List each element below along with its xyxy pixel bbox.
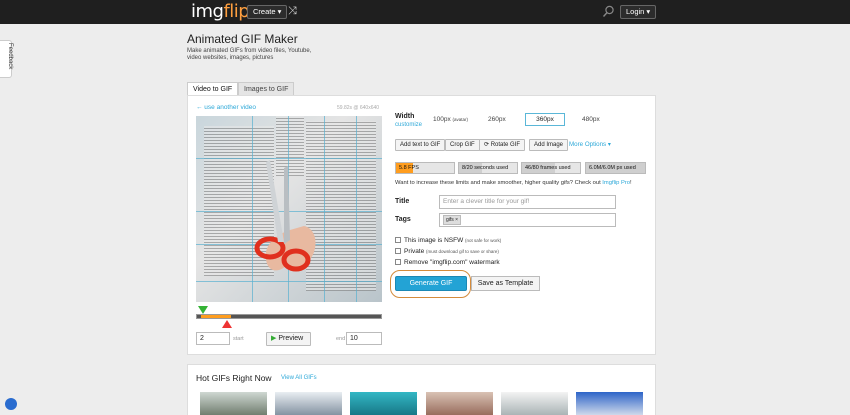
start-marker-handle[interactable]: [198, 306, 208, 314]
start-time-input[interactable]: 2: [196, 332, 230, 345]
upgrade-text-body: Want to increase these limits and make s…: [395, 180, 603, 186]
page-title: Animated GIF Maker: [187, 32, 298, 46]
upgrade-text: Want to increase these limits and make s…: [395, 180, 632, 186]
timeline-selection: [201, 315, 231, 318]
hot-gif-thumbnail[interactable]: [350, 392, 417, 415]
save-as-template-button[interactable]: Save as Template: [471, 276, 540, 291]
imgflip-logo[interactable]: imgflip: [191, 1, 250, 22]
feedback-tab[interactable]: Feedback: [0, 40, 13, 78]
tab-images-to-gif[interactable]: Images to GIF: [238, 82, 295, 96]
seconds-label: 8/20 seconds used: [462, 165, 509, 171]
private-label: Private: [404, 248, 425, 255]
title-input[interactable]: Enter a clever title for your gif!: [439, 195, 616, 209]
use-another-video-link[interactable]: ← use another video: [196, 104, 256, 111]
search-icon[interactable]: [602, 5, 615, 18]
tags-label: Tags: [395, 216, 411, 223]
create-menu-button[interactable]: Create ▾: [247, 5, 288, 19]
chat-bubble-icon[interactable]: [5, 398, 17, 410]
watermark-label: Remove "imgflip.com" watermark: [404, 259, 500, 266]
rotate-icon: ⟳: [484, 142, 490, 148]
shuffle-icon[interactable]: ⤨: [288, 6, 297, 17]
preview-button[interactable]: ▶ Preview: [266, 332, 311, 346]
end-label: end: [336, 336, 346, 342]
hot-gif-thumbnail[interactable]: [200, 392, 267, 415]
title-label: Title: [395, 198, 410, 205]
width-option-100[interactable]: 100px (avatar): [426, 115, 475, 127]
hot-gif-thumbnail[interactable]: [275, 392, 342, 415]
customize-width-link[interactable]: customize: [395, 122, 422, 128]
logo-text-flip: flip: [223, 1, 250, 22]
page-description: Make animated GIFs from video files, You…: [187, 48, 312, 61]
width-label: Width: [395, 113, 415, 120]
width-100-label: 100px: [433, 116, 451, 123]
seconds-used-bar: 8/20 seconds used: [458, 162, 518, 174]
rotate-gif-button[interactable]: ⟳ Rotate GIF: [479, 139, 526, 151]
tag-chip-gifs[interactable]: gifs ×: [443, 215, 462, 225]
width-100-note: (avatar): [452, 117, 469, 122]
width-option-480[interactable]: 480px: [575, 115, 607, 127]
start-label: start: [233, 336, 244, 342]
fps-bar[interactable]: 5.8 FPS: [395, 162, 455, 174]
frames-used-bar: 46/80 frames used: [521, 162, 581, 174]
tags-input[interactable]: gifs ×: [439, 213, 616, 227]
nsfw-sub: (not safe for work): [465, 238, 502, 243]
add-image-button[interactable]: Add Image: [529, 139, 569, 151]
end-marker-handle[interactable]: [222, 320, 232, 328]
fps-label: 5.8 FPS: [399, 165, 419, 171]
end-time-input[interactable]: 10: [346, 332, 382, 345]
play-icon: ▶: [271, 335, 277, 342]
width-option-260[interactable]: 260px: [481, 115, 513, 127]
hot-gif-thumbnail[interactable]: [501, 392, 568, 415]
feedback-label: Feedback: [7, 43, 13, 70]
crop-gif-button[interactable]: Crop GIF: [445, 139, 480, 151]
hot-gif-thumbnail[interactable]: [426, 392, 493, 415]
generate-gif-button[interactable]: Generate GIF: [395, 276, 467, 291]
hot-gif-thumbnail[interactable]: [576, 392, 643, 415]
pixels-label: 6.0M/6.0M px used: [589, 165, 636, 171]
nsfw-checkbox[interactable]: This image is NSFW (not safe for work): [395, 237, 501, 244]
timeline-track[interactable]: [196, 314, 382, 319]
rotate-label: Rotate GIF: [490, 142, 521, 148]
preview-label: Preview: [278, 335, 304, 342]
upgrade-text-end: !: [630, 180, 632, 186]
watermark-checkbox-box[interactable]: [395, 259, 401, 265]
width-option-360[interactable]: 360px: [525, 113, 565, 126]
nsfw-label: This image is NSFW: [404, 237, 464, 244]
video-preview[interactable]: [196, 116, 382, 302]
tab-video-to-gif[interactable]: Video to GIF: [187, 82, 239, 96]
private-checkbox-box[interactable]: [395, 248, 401, 254]
scissors-hand-graphic: [254, 160, 316, 272]
nsfw-checkbox-box[interactable]: [395, 237, 401, 243]
add-text-button[interactable]: Add text to GIF: [395, 139, 446, 151]
private-sub: (must download gif to save or share): [426, 249, 499, 254]
view-all-gifs-link[interactable]: View All GIFs: [281, 375, 317, 381]
watermark-checkbox[interactable]: Remove "imgflip.com" watermark: [395, 259, 500, 266]
frames-label: 46/80 frames used: [525, 165, 571, 171]
imgflip-pro-link[interactable]: Imgflip Pro: [602, 180, 630, 186]
top-navbar: imgflip Create ▾ ⤨ Login ▾: [0, 0, 850, 24]
hot-gifs-title: Hot GIFs Right Now: [196, 373, 272, 383]
more-options-link[interactable]: More Options ▾: [569, 141, 611, 148]
video-meta: 59.82s @ 640x640: [337, 105, 380, 111]
pixels-used-bar: 6.0M/6.0M px used: [585, 162, 646, 174]
login-button[interactable]: Login ▾: [620, 5, 657, 19]
logo-text-img: img: [191, 1, 224, 22]
private-checkbox[interactable]: Private (must download gif to save or sh…: [395, 248, 499, 255]
